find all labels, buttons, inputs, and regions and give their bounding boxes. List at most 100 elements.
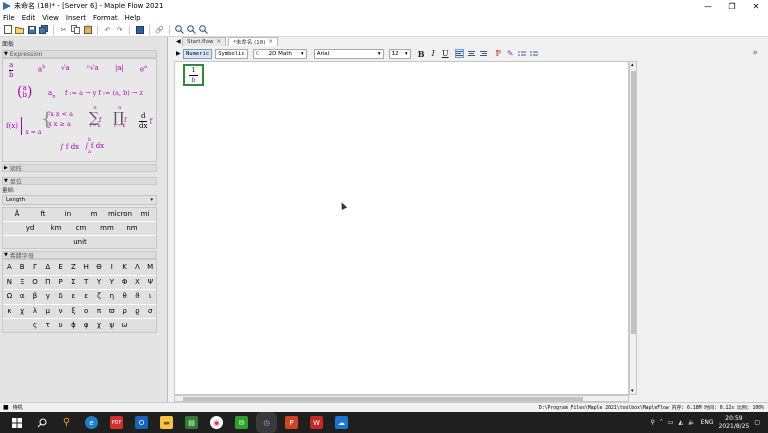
save-icon[interactable] (27, 25, 36, 34)
align-left-icon[interactable] (454, 49, 464, 58)
palette-piecewise[interactable]: { -x x < a x x ≥ a (41, 111, 73, 129)
math-container[interactable]: 1 b (183, 64, 204, 86)
symbolic-button[interactable]: Symbolic (215, 48, 248, 59)
paste-icon[interactable] (83, 25, 92, 34)
palette-eval-at[interactable]: f(x) x = a (6, 117, 41, 136)
tab-start-flow[interactable]: Start.flow ✕ (182, 37, 227, 46)
greek-letter[interactable]: χ (93, 321, 106, 329)
align-center-icon[interactable] (467, 49, 476, 58)
numeric-button[interactable]: Numeric (183, 48, 213, 59)
display-icon[interactable]: ▭ (668, 419, 674, 426)
palette-abs[interactable]: |a| (115, 65, 124, 72)
edge-browser-icon[interactable]: e (85, 416, 98, 429)
panel-collapse-icon[interactable]: » (752, 48, 758, 58)
greek-letter[interactable]: ϑ (131, 292, 144, 300)
horizontal-scroll-thumb[interactable] (183, 397, 583, 401)
search-icon[interactable] (35, 416, 48, 429)
bullet-list-icon[interactable] (518, 49, 527, 58)
greek-letter[interactable]: Ξ (16, 278, 29, 286)
greek-letter[interactable]: Λ (131, 263, 144, 271)
greek-letter[interactable]: ν (54, 307, 67, 315)
units-section-header[interactable]: ▼ 单位 (2, 177, 157, 186)
greek-letter[interactable]: ε (80, 292, 93, 300)
greek-letter[interactable]: ψ (105, 321, 118, 329)
menu-edit[interactable]: Edit (22, 14, 36, 22)
palette-nth-root[interactable]: ⁿ√a (87, 65, 99, 72)
greek-letter[interactable]: β (29, 292, 42, 300)
greek-letter[interactable]: α (16, 292, 29, 300)
wechat-icon[interactable]: ✉ (235, 416, 248, 429)
greek-letter[interactable]: θ (118, 292, 131, 300)
highlight-icon[interactable]: ✎ (506, 49, 515, 58)
execute-icon[interactable] (135, 25, 144, 34)
palette-binomial[interactable]: (a b) (17, 85, 32, 100)
palette-indefinite-integral[interactable]: ∫ f dx (60, 144, 79, 151)
greek-letter[interactable]: A (3, 263, 16, 271)
unit-mi[interactable]: mi (137, 210, 153, 218)
greek-letter[interactable]: ξ (67, 307, 80, 315)
tab-close-icon[interactable]: ✕ (217, 39, 222, 45)
palette-product[interactable]: n ∏f i = k (113, 106, 126, 130)
unit-in[interactable]: in (60, 210, 76, 218)
greek-letter[interactable]: Z (67, 263, 80, 271)
greek-letter[interactable]: Φ (118, 278, 131, 286)
windows-start-icon[interactable] (10, 416, 23, 429)
greek-letter[interactable]: Υ (93, 278, 106, 286)
zoom-out-icon[interactable] (187, 25, 196, 34)
cut-icon[interactable]: ✂ (59, 25, 68, 34)
unit-mm[interactable]: mm (99, 224, 115, 232)
greek-letter[interactable]: ϕ (67, 321, 80, 329)
greek-letter[interactable]: ω (118, 321, 131, 329)
greek-letter[interactable]: Θ (93, 263, 106, 271)
zoom-fit-icon[interactable] (199, 25, 208, 34)
matrix-section-header[interactable]: ▶ 矩阵 (2, 164, 157, 173)
palette-subscript[interactable]: an (48, 90, 55, 99)
greek-letter[interactable]: M (144, 263, 157, 271)
menu-format[interactable]: Format (93, 14, 118, 22)
greek-letter[interactable]: Γ (29, 263, 42, 271)
greek-letter[interactable]: μ (41, 307, 54, 315)
greek-letter[interactable]: δ (54, 292, 67, 300)
greek-letter[interactable]: Ω (3, 292, 16, 300)
greek-letter[interactable]: K (118, 263, 131, 271)
open-folder-icon[interactable] (15, 25, 24, 34)
palette-function-definition[interactable]: f := a → y f := (a, b) → z (65, 90, 143, 97)
greek-section-header[interactable]: ▼ 希腊字母 (2, 251, 157, 260)
unit-angstrom[interactable]: Å (9, 210, 25, 218)
greek-letter[interactable]: Υ (105, 278, 118, 286)
bold-button[interactable]: B (417, 49, 426, 59)
greek-letter[interactable]: τ (41, 321, 54, 329)
unit-micron[interactable]: micron (107, 210, 133, 218)
font-size-select[interactable]: 12 ▾ (388, 48, 411, 59)
save-all-icon[interactable] (39, 25, 48, 34)
greek-letter[interactable]: ε (67, 292, 80, 300)
maximize-button[interactable]: ❐ (720, 0, 744, 12)
font-select[interactable]: Arial ▾ (313, 48, 384, 59)
units-dimension-select[interactable]: Length ▾ (2, 195, 157, 205)
greek-letter[interactable]: ϖ (105, 307, 118, 315)
greek-letter[interactable]: T (80, 278, 93, 286)
menu-file[interactable]: File (3, 14, 15, 22)
unit-ft[interactable]: ft (35, 210, 51, 218)
greek-letter[interactable]: O (29, 278, 42, 286)
volume-icon[interactable]: 🔈 (688, 419, 695, 426)
powerpoint-icon[interactable]: P (285, 416, 298, 429)
tray-expand-icon[interactable]: ˄ (660, 419, 663, 426)
greek-letter[interactable]: γ (41, 292, 54, 300)
unit-generic[interactable]: unit (68, 238, 92, 246)
greek-letter[interactable]: X (131, 278, 144, 286)
link-icon[interactable]: 🔗 (155, 25, 164, 34)
greek-letter[interactable]: ϱ (131, 307, 144, 315)
palette-sqrt[interactable]: √a (61, 65, 70, 72)
greek-letter[interactable]: π (93, 307, 106, 315)
palette-power[interactable]: ab (38, 65, 45, 73)
numbered-list-icon[interactable] (530, 49, 539, 58)
greek-letter[interactable]: φ (80, 321, 93, 329)
toolbar-expand-icon[interactable]: ▶ (176, 49, 181, 58)
scroll-up-icon[interactable]: ▴ (631, 62, 634, 68)
palette-exp[interactable]: ea (140, 65, 147, 73)
language-indicator[interactable]: ENG (701, 419, 714, 426)
italic-button[interactable]: I (429, 49, 438, 58)
outlook-icon[interactable]: O (135, 416, 148, 429)
pdf-app-icon[interactable]: PDF (110, 416, 123, 429)
